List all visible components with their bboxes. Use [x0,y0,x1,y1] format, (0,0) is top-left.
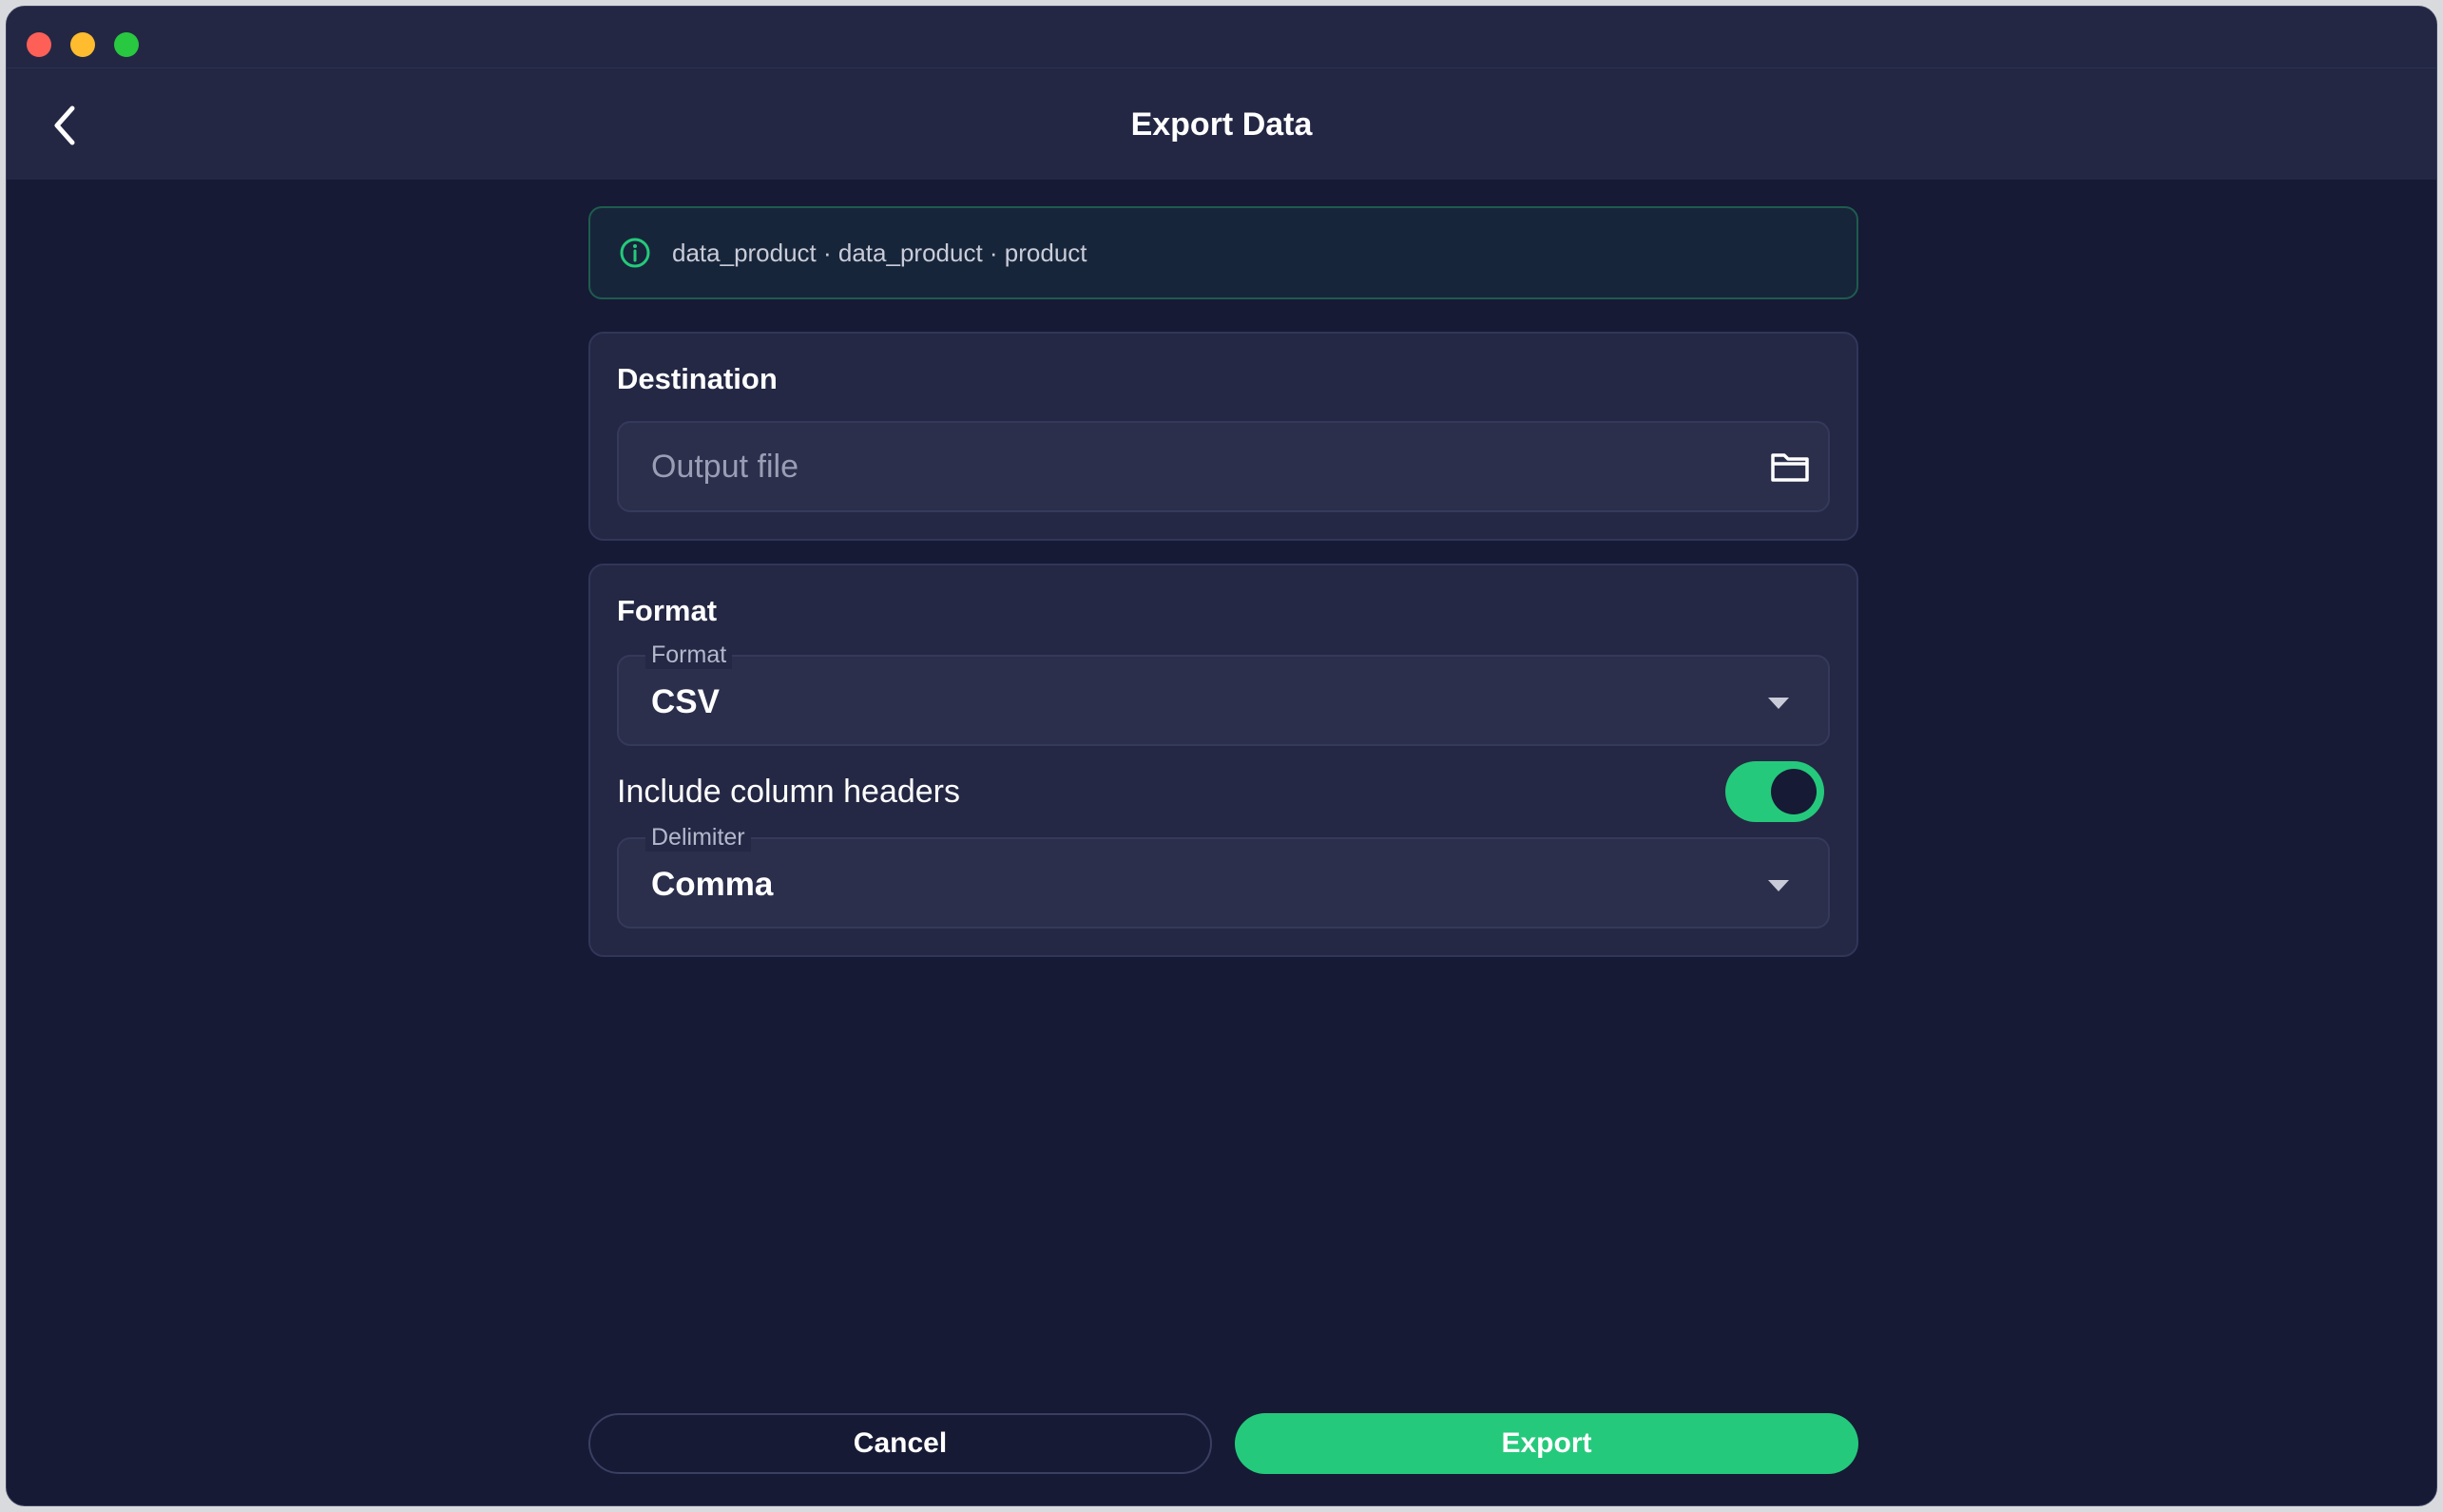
format-select[interactable]: Format CSV [617,641,1830,746]
format-select-value: CSV [651,683,720,720]
title-bar [7,7,2436,67]
page-header: Export Data [7,67,2436,180]
output-file-field [617,421,1830,512]
chevron-down-icon [1768,880,1789,891]
destination-card: Destination [588,332,1858,541]
export-button[interactable]: Export [1235,1413,1858,1474]
action-bar: Cancel Export [588,1413,1858,1474]
zoom-button[interactable] [114,32,139,57]
folder-icon[interactable] [1769,450,1811,484]
include-headers-row: Include column headers [617,746,1830,837]
output-file-input[interactable] [651,423,1744,510]
format-title: Format [617,594,718,627]
page-title: Export Data [1130,106,1313,143]
info-icon [620,238,650,268]
export-form: data_product · data_product · product De… [588,206,1858,957]
delimiter-select-label: Delimiter [645,824,751,852]
close-button[interactable] [27,32,51,57]
include-headers-label: Include column headers [617,773,961,810]
delimiter-select[interactable]: Delimiter Comma [617,824,1830,928]
source-path-text: data_product · data_product · product [672,238,1087,267]
format-select-label: Format [645,641,733,669]
chevron-down-icon [1768,698,1789,709]
destination-title: Destination [617,362,778,395]
cancel-button[interactable]: Cancel [588,1413,1212,1474]
app-window: Export Data data_product · data_product … [6,6,2437,1506]
source-info-banner: data_product · data_product · product [588,206,1858,299]
toggle-knob [1771,769,1817,814]
minimize-button[interactable] [70,32,95,57]
include-headers-toggle[interactable] [1725,761,1824,822]
format-card: Format Format CSV Include column headers… [588,564,1858,957]
delimiter-select-value: Comma [651,866,774,903]
